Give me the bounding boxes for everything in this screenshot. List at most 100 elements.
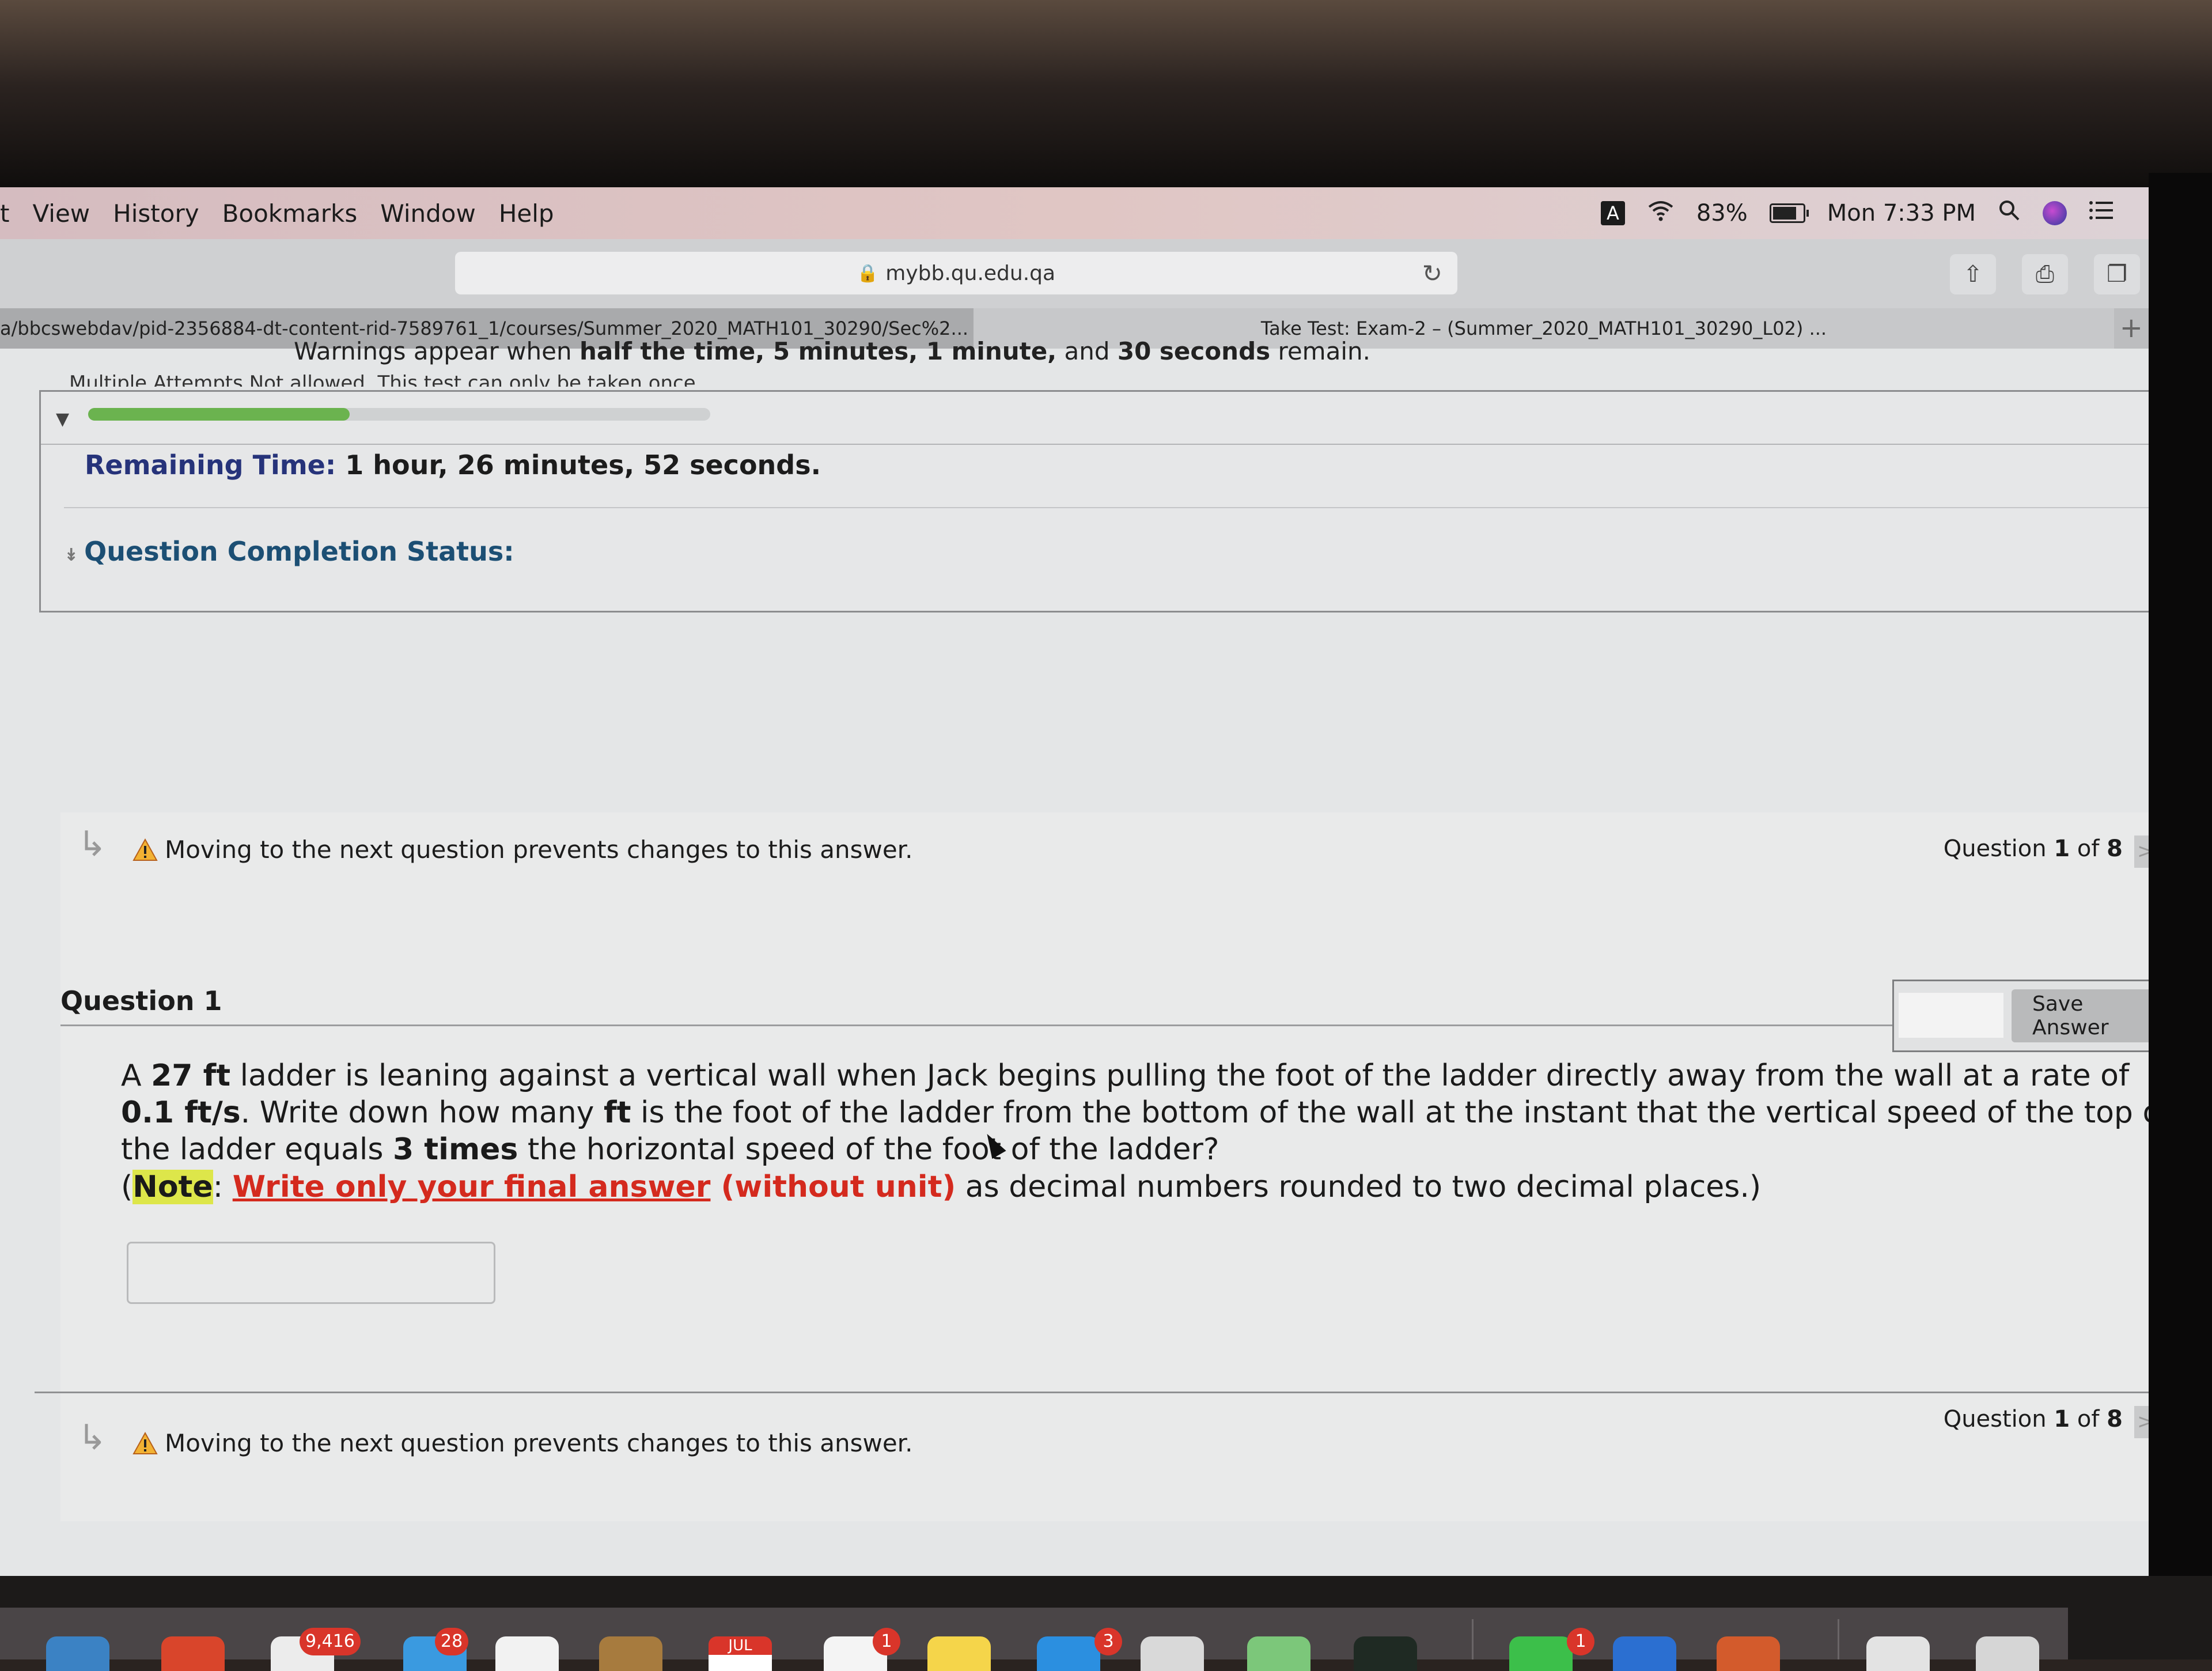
clock[interactable]: Mon 7:33 PM (1827, 200, 1976, 226)
save-answer-button[interactable]: Save Answer (2012, 989, 2154, 1042)
question-text-part: . Write down how many (240, 1095, 604, 1130)
divider (41, 444, 2154, 445)
tabs-overview-button[interactable]: ❐ (2094, 254, 2140, 294)
url-text[interactable]: mybb.qu.edu.qa (885, 262, 1055, 285)
save-status-field (1899, 993, 2003, 1038)
warning-bold: 30 seconds (1117, 337, 1271, 365)
question-counter: Question 1 of 8 (1944, 1406, 2123, 1432)
menu-window[interactable]: Window (380, 199, 476, 228)
screen: t View History Bookmarks Window Help A 8… (0, 187, 2154, 1576)
counter-total: 8 (2107, 836, 2123, 862)
note-colon: : (213, 1170, 233, 1204)
siri-icon[interactable] (2043, 201, 2067, 225)
menu-bookmarks[interactable]: Bookmarks (222, 199, 358, 228)
page-bottom-border (35, 1392, 2154, 1393)
return-arrow-icon: ↳ (78, 1417, 107, 1458)
question-text-part: A (121, 1058, 151, 1093)
question-nav-bottom: ↳ Moving to the next question prevents c… (60, 1406, 2154, 1469)
nav-warning: Moving to the next question prevents cha… (132, 1429, 912, 1457)
menu-edit[interactable]: t (0, 199, 9, 228)
question-text-bold: 0.1 ft/s (121, 1095, 241, 1130)
dock-badge: 9,416 (300, 1628, 361, 1655)
return-arrow-icon: ↳ (78, 824, 107, 864)
printer-icon: ⎙ (2036, 261, 2054, 288)
menu-history[interactable]: History (113, 199, 199, 228)
share-button[interactable]: ⇧ (1950, 254, 1996, 294)
print-button[interactable]: ⎙ (2022, 254, 2068, 294)
divider (64, 507, 2154, 508)
note-emphasis: (without unit) (710, 1170, 956, 1204)
dock-window-thumbnail[interactable] (1866, 1636, 1930, 1671)
dock-calendar-icon[interactable]: JUL (709, 1636, 772, 1671)
new-tab-button[interactable]: + (2120, 312, 2143, 344)
timer-progress-bar (88, 408, 710, 421)
counter-current: 1 (2054, 1406, 2070, 1432)
dock-whatsapp-icon[interactable] (1509, 1636, 1573, 1671)
notification-center-icon[interactable] (2089, 200, 2114, 226)
dock-safari-icon[interactable] (46, 1636, 109, 1671)
question-completion-status-label: Question Completion Status: (84, 536, 514, 567)
menu-view[interactable]: View (32, 199, 90, 228)
warning-bold: half the time, 5 minutes, 1 minute, (579, 337, 1057, 365)
battery-fill (1772, 207, 1797, 220)
collapse-triangle-icon[interactable]: ▼ (56, 409, 69, 429)
multiple-attempts-info: Multiple Attempts Not allowed. This test… (69, 372, 702, 387)
nav-warning: Moving to the next question prevents cha… (132, 836, 912, 864)
question-title: Question 1 (60, 985, 222, 1016)
question-text-part: ladder is leaning against a vertical wal… (230, 1058, 2130, 1093)
dock-badge: 28 (435, 1628, 469, 1655)
reload-icon[interactable]: ↻ (1422, 259, 1442, 288)
counter-of: of (2070, 836, 2107, 862)
question-nav-top: ↳ Moving to the next question prevents c… (60, 818, 2154, 876)
input-source-icon[interactable]: A (1600, 201, 1625, 225)
nav-warning-text: Moving to the next question prevents cha… (165, 836, 913, 864)
tab-title: a/bbcswebdav/pid-2356884-dt-content-rid-… (0, 317, 969, 339)
counter-current: 1 (2054, 836, 2070, 862)
dock-powerpoint-icon[interactable] (1717, 1636, 1780, 1671)
question-text: A 27 ft ladder is leaning against a vert… (121, 1057, 2154, 1168)
warning-icon (132, 1431, 158, 1455)
dock-maps-icon[interactable] (1247, 1636, 1310, 1671)
address-bar[interactable]: 🔒 mybb.qu.edu.qa ↻ (455, 252, 1457, 294)
question-text-bold: 3 times (393, 1132, 518, 1167)
share-icon: ⇧ (1963, 261, 1983, 288)
spotlight-search-icon[interactable] (1998, 199, 2021, 228)
note-emphasis: Write only your final answer (232, 1170, 711, 1204)
dock-activity-monitor-icon[interactable] (1354, 1636, 1417, 1671)
dock-photos-icon[interactable] (495, 1636, 559, 1671)
dock-notes-icon[interactable] (927, 1636, 991, 1671)
macos-menubar: t View History Bookmarks Window Help A 8… (0, 187, 2154, 239)
remaining-time-value: 1 hour, 26 minutes, 52 seconds. (345, 449, 821, 481)
note-text: as decimal numbers rounded to two decima… (956, 1170, 1762, 1204)
dock-appstore-icon[interactable] (1037, 1636, 1100, 1671)
counter-label: Question (1943, 836, 2054, 862)
dock-word-icon[interactable] (1613, 1636, 1676, 1671)
dock-separator (1838, 1619, 1839, 1659)
battery-percent: 83% (1696, 200, 1748, 226)
answer-input[interactable] (127, 1242, 495, 1304)
counter-label: Question (1943, 1406, 2054, 1432)
wifi-icon[interactable] (1647, 199, 1675, 228)
note-paren: ( (121, 1170, 133, 1204)
timer-panel: ▼ Remaining Time: 1 hour, 26 minutes, 52… (39, 390, 2154, 613)
timer-progress-fill (88, 408, 350, 421)
menu-help[interactable]: Help (499, 199, 554, 228)
calendar-month: JUL (709, 1636, 772, 1655)
counter-total: 8 (2107, 1406, 2123, 1432)
menubar-status-area: A 83% Mon 7:33 PM (1600, 187, 2114, 239)
dock-separator (1472, 1619, 1474, 1659)
question-completion-status-toggle[interactable]: ↡ Question Completion Status: (64, 536, 514, 567)
warning-text: and (1056, 337, 1118, 365)
question-panel: ↳ Moving to the next question prevents c… (60, 812, 2154, 1521)
remaining-time-label: Remaining Time: (85, 449, 336, 481)
warning-text: Warnings appear when (294, 337, 579, 365)
dock-app-icon[interactable] (161, 1636, 225, 1671)
dock-system-preferences-icon[interactable] (1141, 1636, 1204, 1671)
dock-trash-icon[interactable] (1976, 1636, 2039, 1671)
dock-contacts-icon[interactable] (599, 1636, 662, 1671)
timer-warnings-info: Warnings appear when half the time, 5 mi… (294, 337, 1370, 365)
counter-of: of (2070, 1406, 2107, 1432)
battery-icon[interactable] (1769, 203, 1809, 223)
question-divider (60, 1024, 1892, 1026)
dock-badge: 1 (1567, 1628, 1594, 1655)
